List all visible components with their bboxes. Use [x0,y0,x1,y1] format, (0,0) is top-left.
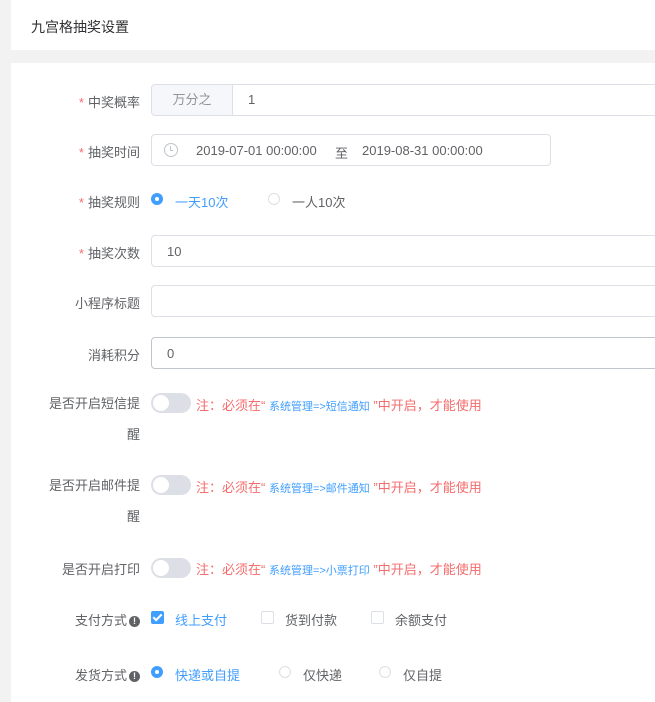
probability-value: 1 [248,92,256,107]
page-header: 九宫格抽奖设置 [11,0,655,50]
info-icon: ! [129,616,140,628]
delivery-label: 发货方式! [75,665,140,684]
probability-input[interactable]: 万分之 1 [151,84,655,116]
checkbox-icon [151,611,164,624]
print-note: 注：必须在“ 系统管理=>小票打印 ”中开启，才能使用 [196,562,482,577]
probability-prepend: 万分之 [152,85,233,115]
sms-switch-label: 是否开启短信提 醒 [48,396,140,442]
mail-toggle[interactable] [151,475,191,495]
lottery-time-row: * 抽奖时间 2019-07-01 00:00:00 至 2019-08-31 0… [11,134,655,166]
lottery-time-label: * 抽奖时间 [78,145,140,160]
radio-dot-icon [379,666,391,678]
probability-label: * 中奖概率 [78,95,140,110]
start-date[interactable]: 2019-07-01 00:00:00 [196,143,317,158]
radio-dot-icon [268,193,280,205]
radio-dot-icon [279,666,291,678]
print-toggle[interactable] [151,558,191,578]
end-date[interactable]: 2019-08-31 00:00:00 [362,143,483,158]
probability-row: * 中奖概率 万分之 1 [11,84,655,116]
lottery-rule-label: * 抽奖规则 [78,195,140,210]
range-separator: 至 [335,146,349,161]
sms-toggle[interactable] [151,393,191,413]
date-range-picker[interactable]: 2019-07-01 00:00:00 至 2019-08-31 00:00:0… [151,134,551,166]
mini-title-row: 小程序标题 [11,285,655,317]
lottery-rule-row: * 抽奖规则 一天10次 一人10次 [11,192,655,212]
clock-icon [164,143,178,157]
radio-dot-icon [151,193,163,205]
settings-form: * 中奖概率 万分之 1 * 抽奖时间 2019-07-01 00:00:00 至 … [11,63,655,702]
delivery-row: 发货方式! 快递或自提 仅快递 仅自提 [11,665,655,685]
lottery-count-label: * 抽奖次数 [78,246,140,261]
points-cost-row: 消耗积分 0 [11,337,655,369]
mini-title-label: 小程序标题 [74,296,140,311]
sms-switch-row: 是否开启短信提 醒 注：必须在“ 系统管理=>短信通知 ”中开启，才能使用 [11,389,655,451]
mail-switch-label: 是否开启邮件提 醒 [48,478,140,524]
checkbox-icon [371,611,384,624]
checkbox-icon [261,611,274,624]
payment-row: 支付方式! 线上支付 货到付款 余额支付 [11,610,655,630]
payment-label: 支付方式! [75,610,140,629]
points-cost-label: 消耗积分 [87,348,140,363]
print-switch-label: 是否开启打印 [61,562,140,577]
page-title: 九宫格抽奖设置 [31,19,129,35]
lottery-count-row: * 抽奖次数 10 [11,235,655,267]
mini-title-input[interactable] [151,285,655,317]
print-switch-row: 是否开启打印 注：必须在“ 系统管理=>小票打印 ”中开启，才能使用 [11,554,655,578]
radio-dot-icon [151,666,163,678]
mail-note: 注：必须在“ 系统管理=>邮件通知 ”中开启，才能使用 [196,480,482,495]
points-cost-input[interactable]: 0 [151,337,655,369]
mail-switch-row: 是否开启邮件提 醒 注：必须在“ 系统管理=>邮件通知 ”中开启，才能使用 [11,471,655,533]
lottery-count-input[interactable]: 10 [151,235,655,267]
info-icon: ! [129,671,140,683]
sms-note: 注：必须在“ 系统管理=>短信通知 ”中开启，才能使用 [196,398,482,413]
